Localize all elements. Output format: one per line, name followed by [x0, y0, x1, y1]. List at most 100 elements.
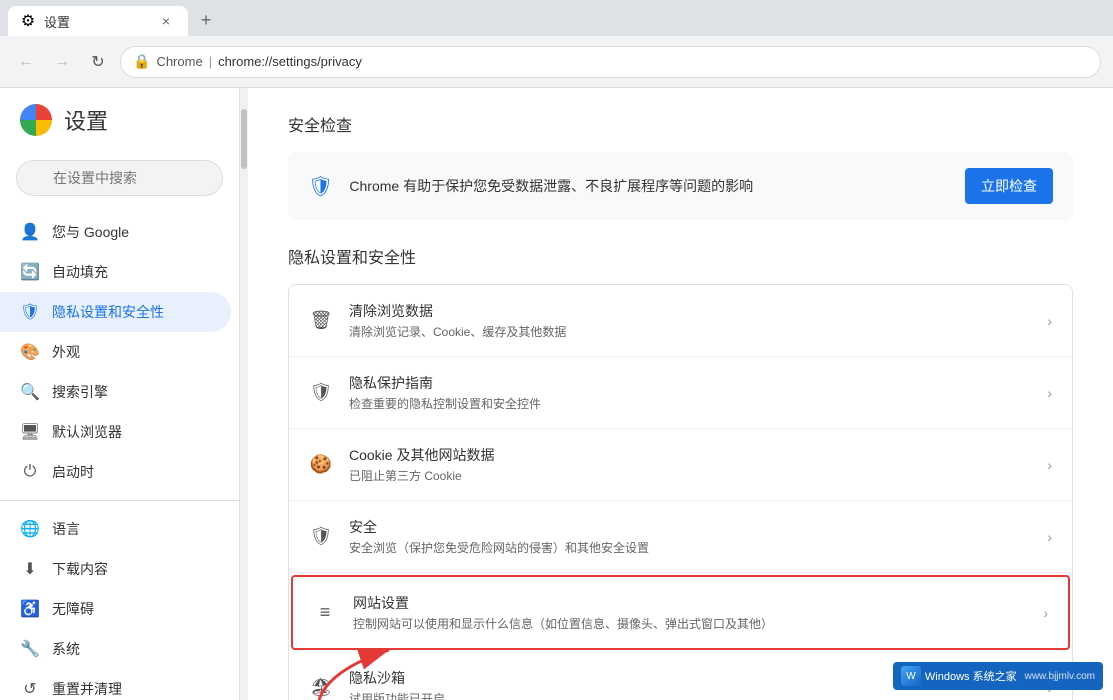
accessibility-icon: ♿	[20, 599, 40, 619]
language-icon: 🌐	[20, 519, 40, 539]
settings-item-privacy-guide[interactable]: 🛡 隐私保护指南 检查重要的隐私控制设置和安全控件 ›	[289, 357, 1072, 429]
browser-frame: ⚙ 设置 × + ← → ↻ 🔒 Chrome | chrome://setti…	[0, 0, 1113, 700]
sidebar-item-browser[interactable]: 🖥 默认浏览器	[0, 412, 231, 452]
cookies-subtitle: 已阻止第三方 Cookie	[349, 467, 1031, 484]
autofill-icon: 🔄	[20, 262, 40, 282]
tab-bar: ⚙ 设置 × +	[0, 0, 1113, 36]
search-input[interactable]	[16, 160, 223, 196]
cookies-arrow-icon: ›	[1047, 457, 1052, 473]
security-arrow-icon: ›	[1047, 529, 1052, 545]
new-tab-button[interactable]: +	[192, 6, 220, 34]
clear-browsing-title: 清除浏览数据	[349, 301, 1031, 321]
watermark: W Windows 系统之家 www.bjjmlv.com	[893, 662, 1103, 690]
sidebar-item-download[interactable]: ⬇ 下载内容	[0, 549, 231, 589]
sidebar-nav-group-2: 🌐 语言 ⬇ 下载内容 ♿ 无障碍 🔧 系统 ↺ 重置并清理	[0, 509, 239, 700]
active-tab[interactable]: ⚙ 设置 ×	[8, 6, 188, 36]
search-engine-icon: 🔍	[20, 382, 40, 402]
settings-item-privacy-guide-text: 隐私保护指南 检查重要的隐私控制设置和安全控件	[349, 373, 1031, 412]
sidebar-item-language[interactable]: 🌐 语言	[0, 509, 231, 549]
safety-check-description: Chrome 有助于保护您免受数据泄露、不良扩展程序等问题的影响	[349, 176, 949, 196]
sidebar-search: 🔍	[0, 152, 239, 212]
safety-check-card: 🛡 Chrome 有助于保护您免受数据泄露、不良扩展程序等问题的影响 立即检查	[288, 152, 1073, 220]
sidebar-item-google-label: 您与 Google	[52, 222, 129, 242]
sidebar-item-startup-label: 启动时	[52, 462, 94, 482]
address-url: chrome://settings/privacy	[218, 54, 362, 69]
privacy-guide-arrow-icon: ›	[1047, 385, 1052, 401]
content-area: 安全检查 🛡 Chrome 有助于保护您免受数据泄露、不良扩展程序等问题的影响 …	[248, 88, 1113, 700]
site-settings-arrow-icon: ›	[1043, 605, 1048, 621]
sidebar-item-download-label: 下载内容	[52, 559, 108, 579]
sidebar-divider	[0, 500, 239, 501]
settings-item-cookies[interactable]: 🍪 Cookie 及其他网站数据 已阻止第三方 Cookie ›	[289, 429, 1072, 501]
safety-check-section-title: 安全检查	[288, 112, 1073, 136]
sidebar-item-google[interactable]: 👤 您与 Google	[0, 212, 231, 252]
chrome-label: Chrome	[156, 54, 202, 69]
sidebar-item-appearance-label: 外观	[52, 342, 80, 362]
scrollbar-thumb[interactable]	[241, 109, 247, 169]
sidebar-item-startup[interactable]: ⏻ 启动时	[0, 452, 231, 492]
sidebar-item-autofill[interactable]: 🔄 自动填充	[0, 252, 231, 292]
red-arrow-annotation	[309, 630, 429, 700]
sidebar-item-autofill-label: 自动填充	[52, 262, 108, 282]
address-separator: |	[209, 54, 212, 69]
sidebar-item-reset[interactable]: ↺ 重置并清理	[0, 669, 231, 700]
address-bar-input[interactable]: 🔒 Chrome | chrome://settings/privacy	[120, 46, 1101, 78]
appearance-icon: 🎨	[20, 342, 40, 362]
privacy-sandbox-subtitle: 试用版功能已开启	[349, 690, 1031, 700]
clear-browsing-subtitle: 清除浏览记录、Cookie、缓存及其他数据	[349, 323, 1031, 340]
tab-close-button[interactable]: ×	[156, 11, 176, 31]
security-title: 安全	[349, 517, 1031, 537]
sidebar-item-appearance[interactable]: 🎨 外观	[0, 332, 231, 372]
privacy-guide-icon: 🛡	[309, 381, 333, 405]
sidebar-item-accessibility[interactable]: ♿ 无障碍	[0, 589, 231, 629]
security-icon: 🛡	[309, 525, 333, 549]
settings-item-security-text: 安全 安全浏览（保护您免受危险网站的侵害）和其他安全设置	[349, 517, 1031, 556]
refresh-button[interactable]: ↻	[84, 48, 112, 76]
chrome-logo	[20, 104, 52, 136]
settings-item-site-settings-text: 网站设置 控制网站可以使用和显示什么信息（如位置信息、摄像头、弹出式窗口及其他）	[353, 593, 1027, 632]
sidebar-item-search[interactable]: 🔍 搜索引擎	[0, 372, 231, 412]
sidebar-header: 设置	[0, 88, 239, 152]
download-icon: ⬇	[20, 559, 40, 579]
reset-icon: ↺	[20, 679, 40, 699]
settings-item-clear-browsing[interactable]: 🗑 清除浏览数据 清除浏览记录、Cookie、缓存及其他数据 ›	[289, 285, 1072, 357]
sidebar-item-privacy[interactable]: 🛡 隐私设置和安全性	[0, 292, 231, 332]
site-settings-icon: ≡	[313, 601, 337, 625]
google-icon: 👤	[20, 222, 40, 242]
sidebar-item-privacy-label: 隐私设置和安全性	[52, 302, 164, 322]
privacy-icon: 🛡	[20, 302, 40, 322]
system-icon: 🔧	[20, 639, 40, 659]
settings-item-clear-browsing-text: 清除浏览数据 清除浏览记录、Cookie、缓存及其他数据	[349, 301, 1031, 340]
main-area: 设置 🔍 👤 您与 Google 🔄 自动填充	[0, 88, 1113, 700]
back-button[interactable]: ←	[12, 48, 40, 76]
site-settings-wrapper: ≡ 网站设置 控制网站可以使用和显示什么信息（如位置信息、摄像头、弹出式窗口及其…	[289, 575, 1072, 650]
scrollbar[interactable]	[240, 88, 248, 700]
sidebar-item-system[interactable]: 🔧 系统	[0, 629, 231, 669]
sidebar-item-reset-label: 重置并清理	[52, 679, 122, 699]
browser-icon: 🖥	[20, 422, 40, 442]
watermark-site: www.bjjmlv.com	[1025, 671, 1095, 682]
safety-check-button[interactable]: 立即检查	[965, 168, 1053, 204]
clear-browsing-arrow-icon: ›	[1047, 313, 1052, 329]
settings-item-cookies-text: Cookie 及其他网站数据 已阻止第三方 Cookie	[349, 445, 1031, 484]
cookies-title: Cookie 及其他网站数据	[349, 445, 1031, 465]
sidebar-nav-group-1: 👤 您与 Google 🔄 自动填充 🛡 隐私设置和安全性 🎨 外观 🔍	[0, 212, 239, 492]
sidebar-item-browser-label: 默认浏览器	[52, 422, 122, 442]
safety-shield-icon: 🛡	[308, 174, 333, 199]
privacy-guide-subtitle: 检查重要的隐私控制设置和安全控件	[349, 395, 1031, 412]
address-security-icon: 🔒	[133, 53, 150, 70]
tab-title: 设置	[44, 12, 148, 31]
watermark-logo: W	[901, 666, 921, 686]
settings-item-security[interactable]: 🛡 安全 安全浏览（保护您免受危险网站的侵害）和其他安全设置 ›	[289, 501, 1072, 573]
sidebar-title: 设置	[64, 104, 108, 136]
cookies-icon: 🍪	[309, 453, 333, 477]
clear-browsing-icon: 🗑	[309, 309, 333, 333]
tab-favicon: ⚙	[20, 13, 36, 29]
security-subtitle: 安全浏览（保护您免受危险网站的侵害）和其他安全设置	[349, 539, 1031, 556]
site-settings-subtitle: 控制网站可以使用和显示什么信息（如位置信息、摄像头、弹出式窗口及其他）	[353, 615, 1027, 632]
sidebar-item-system-label: 系统	[52, 639, 80, 659]
sidebar-item-search-label: 搜索引擎	[52, 382, 108, 402]
sidebar-item-accessibility-label: 无障碍	[52, 599, 94, 619]
address-bar: ← → ↻ 🔒 Chrome | chrome://settings/priva…	[0, 36, 1113, 88]
forward-button[interactable]: →	[48, 48, 76, 76]
